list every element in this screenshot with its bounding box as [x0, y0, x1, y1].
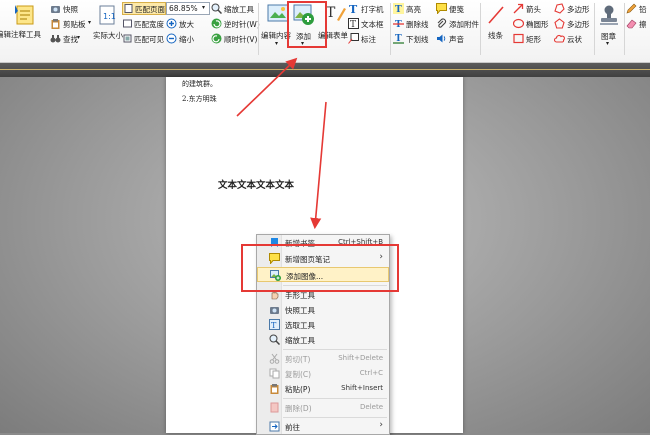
annotation-arrow: [236, 57, 298, 117]
annotation-arrows: [236, 57, 327, 230]
annotation-arrow: [310, 101, 327, 230]
